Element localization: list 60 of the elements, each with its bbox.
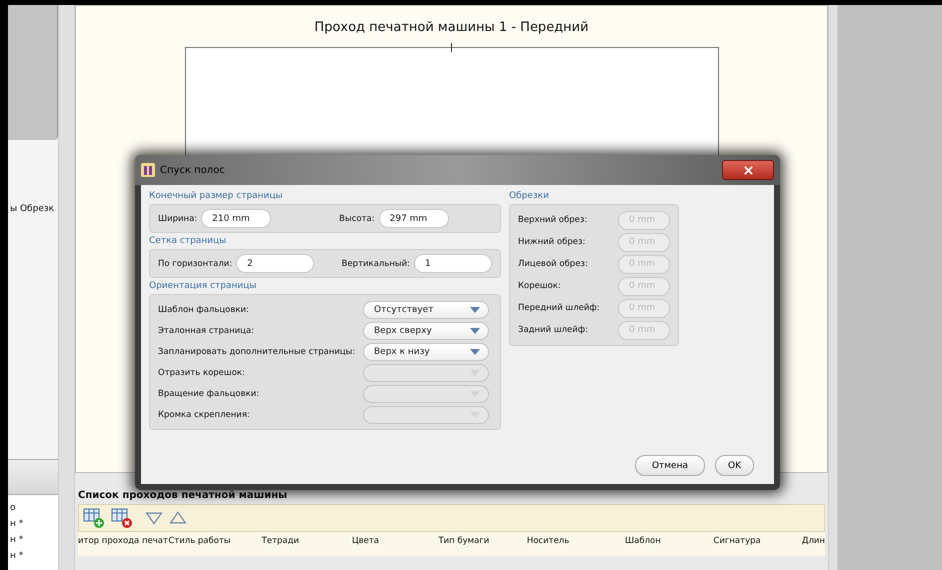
field-label: Эталонная страница: — [158, 326, 254, 336]
caret-icon — [468, 304, 482, 314]
column-header[interactable]: Носитель — [526, 536, 626, 556]
panel-label: ы Обрезк — [9, 204, 56, 216]
panel-title: Список проходов печатной машины — [78, 490, 288, 501]
field-label: Высота: — [339, 214, 375, 224]
field-label: Кромка скрепления: — [158, 410, 250, 420]
text-field[interactable]: 210 mm — [201, 209, 272, 228]
splitter[interactable] — [828, 5, 838, 570]
cancel-button[interactable]: Отмена — [634, 455, 705, 476]
column-header[interactable]: итор прохода печат — [78, 536, 168, 556]
group-label: Конечный размер страницы — [149, 191, 284, 203]
text-field[interactable]: 297 mm — [378, 209, 449, 228]
field-label: Запланировать дополнительные страницы: — [158, 346, 356, 356]
column-header[interactable]: Сигнатура — [713, 536, 802, 556]
dropdown[interactable]: Верх к низу — [363, 342, 489, 360]
field-label: Корешок: — [518, 281, 561, 291]
field-label: Передний шлейф: — [518, 303, 600, 313]
field-label: Шаблон фальцовки: — [158, 304, 249, 314]
text-field[interactable]: 2 — [236, 254, 314, 273]
list-item[interactable]: н * — [8, 516, 58, 532]
field-label: Лицевой обрез: — [518, 259, 588, 269]
splitter[interactable] — [58, 5, 75, 570]
remove-table-icon[interactable] — [111, 507, 133, 529]
field-label: Ширина: — [158, 214, 198, 224]
field-label: Вертикальный: — [342, 258, 410, 268]
field-label: Верхний обрез: — [518, 215, 588, 225]
field-label: Отразить корешок: — [158, 368, 245, 378]
ok-button[interactable]: OK — [715, 455, 754, 476]
field-label: По горизонтали: — [158, 258, 232, 268]
add-table-icon[interactable] — [83, 507, 105, 529]
caret-icon — [468, 326, 482, 336]
group-label: Ориентация страницы — [149, 281, 258, 293]
panel-tab[interactable] — [8, 459, 58, 495]
column-header[interactable]: Тетради — [262, 536, 352, 556]
column-header[interactable]: Шаблон — [625, 536, 714, 556]
field-label: Вращение фальцовки: — [158, 388, 260, 398]
dropdown[interactable]: Отсутствует — [363, 300, 489, 318]
close-button[interactable] — [722, 160, 774, 180]
canvas-title: Проход печатной машины 1 - Передний — [314, 20, 589, 35]
app-icon — [141, 163, 155, 177]
caret-icon — [468, 410, 482, 420]
column-header[interactable]: Тип бумаги — [438, 536, 527, 556]
field-label: Задний шлейф: — [518, 325, 588, 335]
list-item[interactable]: о — [8, 500, 58, 516]
field-label: Нижний обрез: — [518, 237, 586, 247]
caret-icon — [468, 368, 482, 378]
column-header[interactable]: Стиль работы — [168, 536, 262, 556]
list-item[interactable]: н * — [8, 548, 58, 564]
group-label: Сетка страницы — [149, 236, 228, 248]
text-field[interactable]: 1 — [414, 254, 492, 273]
list-item[interactable]: н * — [8, 532, 58, 548]
column-header[interactable]: Длин — [802, 536, 825, 556]
group-label: Обрезки — [509, 191, 550, 203]
caret-icon — [468, 346, 482, 356]
dialog-title: Спуск полос — [160, 164, 225, 176]
caret-icon — [468, 388, 482, 398]
close-icon — [744, 166, 752, 174]
column-header[interactable]: Цвета — [352, 536, 438, 556]
dropdown[interactable]: Верх сверху — [363, 322, 489, 340]
